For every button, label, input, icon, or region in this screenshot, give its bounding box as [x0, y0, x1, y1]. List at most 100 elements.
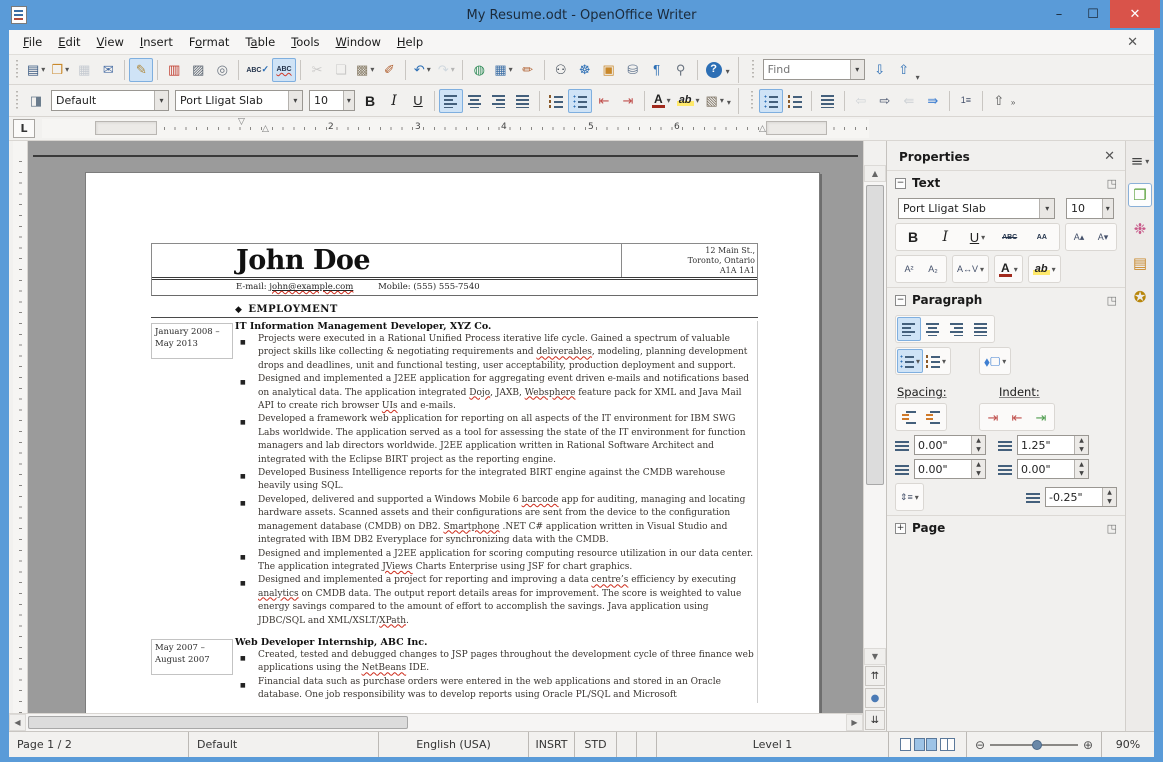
chevron-down-icon[interactable]: ▾	[981, 233, 985, 242]
gallery-button[interactable]: ▣	[597, 58, 621, 82]
zoom-slider-thumb[interactable]	[1032, 740, 1042, 750]
edit-file-button[interactable]: ✎	[129, 58, 153, 82]
sb-numbered-list-button[interactable]: ▾	[923, 349, 949, 373]
above-spacing-input[interactable]	[915, 436, 971, 454]
scroll-down-icon[interactable]: ▼	[864, 648, 886, 665]
sb-decrease-font-button[interactable]: A▾	[1091, 225, 1115, 249]
horizontal-scroll-thumb[interactable]	[28, 716, 408, 729]
font-name-input[interactable]	[176, 91, 288, 110]
sb-align-left-button[interactable]	[897, 317, 921, 341]
chevron-down-icon[interactable]: ▾	[427, 65, 431, 74]
italic-button[interactable]: I	[382, 89, 406, 113]
chevron-down-icon[interactable]: ▾	[1002, 357, 1006, 366]
vertical-ruler[interactable]	[13, 141, 28, 713]
increase-indent-button[interactable]: ⇥	[616, 89, 640, 113]
menu-table[interactable]: Table	[237, 32, 283, 52]
menu-help[interactable]: Help	[389, 32, 431, 52]
navigator-button[interactable]: ☸	[573, 58, 597, 82]
scroll-right-icon[interactable]: ▶	[846, 714, 863, 731]
sb-align-justify-button[interactable]	[969, 317, 993, 341]
demote-with-subpoints-button[interactable]: ⇛	[921, 89, 945, 113]
decrease-indent-button[interactable]: ⇤	[592, 89, 616, 113]
spellcheck-button[interactable]: ABC	[243, 58, 272, 82]
chevron-down-icon[interactable]: ▾	[720, 96, 724, 105]
below-spacing-input[interactable]	[915, 460, 971, 478]
insert-unnumbered-entry-button[interactable]: 1≡	[954, 89, 978, 113]
spinner[interactable]: ▲▼	[1074, 460, 1088, 478]
bold-button[interactable]: B	[358, 89, 382, 113]
sb-decrease-indent-button[interactable]: ⇤	[1005, 405, 1029, 429]
chevron-down-icon[interactable]: ▾	[850, 60, 864, 79]
view-multiple-pages-icon[interactable]	[914, 738, 925, 751]
insert-mode-status[interactable]: INSRT	[529, 732, 575, 757]
format-paintbrush-button[interactable]: ✐	[377, 58, 401, 82]
demote-level-button[interactable]: ⇨	[873, 89, 897, 113]
sidebar-settings-button[interactable]: ≡▾	[1128, 149, 1152, 173]
print-button[interactable]: ▨	[186, 58, 210, 82]
before-indent-input[interactable]	[1018, 436, 1074, 454]
first-line-indent-input[interactable]	[1046, 488, 1102, 506]
highlighting-button[interactable]: ab▾	[674, 89, 703, 113]
zoom-out-icon[interactable]: ⊖	[975, 738, 985, 752]
align-justify-button[interactable]	[511, 89, 535, 113]
scroll-up-icon[interactable]: ▲	[864, 165, 886, 182]
toolbar-overflow-button[interactable]: »	[1011, 93, 1015, 108]
tab-gallery[interactable]: ▤	[1128, 251, 1152, 275]
chevron-down-icon[interactable]: ▾	[667, 96, 671, 105]
email-link[interactable]: john@example.com	[269, 282, 353, 292]
chevron-down-icon[interactable]: ▾	[1014, 265, 1018, 274]
save-button[interactable]: ▦	[72, 58, 96, 82]
spinner[interactable]: ▲▼	[1074, 436, 1088, 454]
menu-tools[interactable]: Tools	[283, 32, 327, 52]
tab-styles[interactable]: ❉	[1128, 217, 1152, 241]
menu-insert[interactable]: Insert	[132, 32, 181, 52]
chevron-down-icon[interactable]: ▾	[696, 96, 700, 105]
language-status[interactable]: English (USA)	[379, 732, 529, 757]
background-color-button[interactable]: ▧▾	[703, 89, 727, 113]
zoom-slider[interactable]	[990, 744, 1078, 746]
zoom-in-icon[interactable]: ⊕	[1083, 738, 1093, 752]
redo-button[interactable]: ↷▾	[434, 58, 458, 82]
chevron-down-icon[interactable]: ▾	[41, 65, 45, 74]
find-input[interactable]	[764, 60, 850, 79]
vertical-scroll-track[interactable]	[864, 182, 886, 648]
document-modified-status[interactable]	[617, 732, 637, 757]
document-workspace[interactable]: John Doe 12 Main St., Toronto, Ontario A…	[28, 141, 863, 713]
sb-switch-indent-button[interactable]: ⇥	[1029, 405, 1053, 429]
line-spacing-button[interactable]: ⇕≡▾	[897, 485, 922, 509]
sb-font-color-button[interactable]: A▾	[996, 257, 1021, 281]
selection-mode-status[interactable]: STD	[575, 732, 617, 757]
scroll-left-icon[interactable]: ◀	[9, 714, 26, 731]
outline-level-status[interactable]: Level 1	[657, 732, 889, 757]
toolbar-grip[interactable]	[14, 60, 21, 80]
horizontal-scroll-track[interactable]	[26, 714, 846, 731]
menu-file[interactable]: File	[15, 32, 50, 52]
chevron-down-icon[interactable]: ▾	[1052, 265, 1056, 274]
chevron-down-icon[interactable]: ▾	[1102, 199, 1113, 218]
sb-font-name-input[interactable]	[899, 199, 1039, 218]
tab-properties[interactable]: ❒	[1128, 183, 1152, 207]
email-button[interactable]: ✉	[96, 58, 120, 82]
find-replace-button[interactable]: ⚇	[549, 58, 573, 82]
page-style-status[interactable]: Default	[189, 732, 379, 757]
collapse-icon[interactable]: −	[895, 178, 906, 189]
sb-increase-font-button[interactable]: A▴	[1067, 225, 1091, 249]
toolbar-grip[interactable]	[750, 60, 757, 80]
open-button[interactable]: ❒▾	[48, 58, 72, 82]
numbered-list-button[interactable]	[544, 89, 568, 113]
cut-button[interactable]: ✂	[305, 58, 329, 82]
close-button[interactable]: ✕	[1110, 0, 1160, 28]
sb-italic-button[interactable]: I	[933, 225, 957, 249]
menu-format[interactable]: Format	[181, 32, 238, 52]
sb-character-spacing-button[interactable]: A↔V▾	[954, 257, 987, 281]
close-panel-icon[interactable]: ✕	[1104, 149, 1115, 164]
document-page[interactable]: John Doe 12 Main St., Toronto, Ontario A…	[85, 172, 820, 713]
page-number-status[interactable]: Page 1 / 2	[9, 732, 189, 757]
sb-align-center-button[interactable]	[921, 317, 945, 341]
chevron-down-icon[interactable]: ▾	[65, 65, 69, 74]
chevron-down-icon[interactable]: ▾	[370, 65, 374, 74]
vertical-scrollbar[interactable]: ▲ ▼ ⇈ ● ⇊	[863, 141, 886, 731]
numbering-off-button[interactable]	[816, 89, 840, 113]
copy-button[interactable]: ❏	[329, 58, 353, 82]
previous-page-button[interactable]: ⇈	[865, 666, 885, 686]
